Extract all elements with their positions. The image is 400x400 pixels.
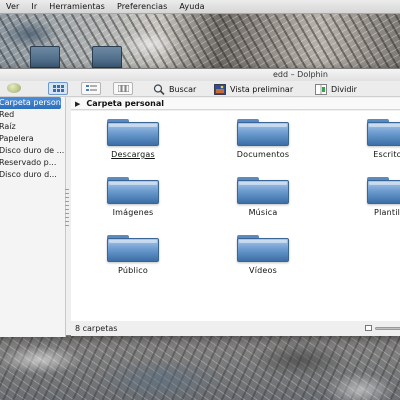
- main-toolbar: Buscar Vista preliminar Dividir: [0, 81, 400, 97]
- folder-label: Documentos: [236, 150, 290, 159]
- folder-label: Música: [248, 208, 278, 217]
- status-text: 8 carpetas: [75, 324, 118, 333]
- folder-label: Imágenes: [112, 208, 154, 217]
- zoom-small-icon: [365, 325, 372, 331]
- folder-icon: [237, 177, 289, 204]
- folder-item[interactable]: Documentos: [223, 119, 303, 159]
- search-button[interactable]: Buscar: [153, 83, 196, 96]
- folder-item[interactable]: Vídeos: [223, 235, 303, 275]
- status-bar: 8 carpetas: [71, 321, 400, 336]
- forward-arrow-icon[interactable]: [7, 83, 21, 93]
- place-harddisk-1[interactable]: Disco duro de ...: [0, 145, 65, 157]
- folder-icon: [237, 119, 289, 146]
- panel-splitter-handle[interactable]: [65, 189, 69, 229]
- place-trash[interactable]: Papelera: [0, 133, 65, 145]
- folder-label: Escritorio: [373, 150, 400, 159]
- split-view-icon: [315, 84, 327, 95]
- folder-label: Plantillas: [374, 208, 400, 217]
- menu-preferencias[interactable]: Preferencias: [117, 2, 167, 11]
- window-title: edd – Dolphin: [273, 70, 328, 79]
- dolphin-window: edd – Dolphin Buscar Vista preliminar Di…: [0, 68, 400, 337]
- breadcrumb-arrow-icon[interactable]: ▶: [75, 100, 80, 108]
- preview-icon: [214, 84, 226, 95]
- icons-view-icon: [52, 85, 64, 92]
- menubar: Ver Ir Herramientas Preferencias Ayuda: [0, 0, 400, 14]
- window-titlebar[interactable]: edd – Dolphin: [0, 69, 400, 81]
- split-button[interactable]: Dividir: [315, 83, 357, 96]
- folder-icon: [107, 119, 159, 146]
- folder-item[interactable]: Música: [223, 177, 303, 217]
- background-folder-icon: [30, 46, 60, 68]
- folder-icon: [367, 119, 400, 146]
- background-folder-icon: [92, 46, 122, 68]
- menu-ver[interactable]: Ver: [6, 2, 19, 11]
- breadcrumb: ▶ Carpeta personal: [71, 98, 400, 110]
- search-button-label: Buscar: [169, 85, 197, 94]
- folder-label: Público: [118, 266, 148, 275]
- file-view: Descargas Documentos Escritorio Imágenes…: [71, 111, 400, 321]
- menu-ir[interactable]: Ir: [31, 2, 37, 11]
- folder-item[interactable]: Descargas: [93, 119, 173, 159]
- folder-item[interactable]: Plantillas: [353, 177, 400, 217]
- folder-icon: [367, 177, 400, 204]
- folder-icon: [237, 235, 289, 262]
- split-button-label: Dividir: [331, 85, 357, 94]
- columns-view-icon: [117, 85, 129, 92]
- places-panel: Carpeta personal Red Raíz Papelera Disco…: [0, 97, 66, 337]
- place-reserved[interactable]: Reservado p...: [0, 157, 65, 169]
- place-root[interactable]: Raíz: [0, 121, 65, 133]
- folder-item[interactable]: Público: [93, 235, 173, 275]
- folder-label: Descargas: [111, 150, 155, 159]
- search-icon: [153, 84, 165, 95]
- wallpaper-top-strip: [0, 14, 400, 68]
- place-network[interactable]: Red: [0, 109, 65, 121]
- folder-icon: [107, 177, 159, 204]
- folder-item[interactable]: Imágenes: [93, 177, 173, 217]
- preview-button[interactable]: Vista preliminar: [214, 83, 293, 96]
- details-view-button[interactable]: [81, 82, 101, 95]
- folder-icon: [107, 235, 159, 262]
- folder-label: Vídeos: [249, 266, 277, 275]
- menu-herramientas[interactable]: Herramientas: [49, 2, 105, 11]
- details-view-icon: [85, 85, 97, 91]
- breadcrumb-home[interactable]: Carpeta personal: [86, 99, 164, 108]
- preview-button-label: Vista preliminar: [230, 85, 294, 94]
- zoom-slider[interactable]: [375, 327, 400, 330]
- icons-view-button[interactable]: [48, 82, 68, 95]
- columns-view-button[interactable]: [113, 82, 133, 95]
- menu-ayuda[interactable]: Ayuda: [179, 2, 204, 11]
- folder-item[interactable]: Escritorio: [353, 119, 400, 159]
- place-harddisk-2[interactable]: Disco duro d...: [0, 169, 65, 181]
- place-home[interactable]: Carpeta personal: [0, 97, 61, 109]
